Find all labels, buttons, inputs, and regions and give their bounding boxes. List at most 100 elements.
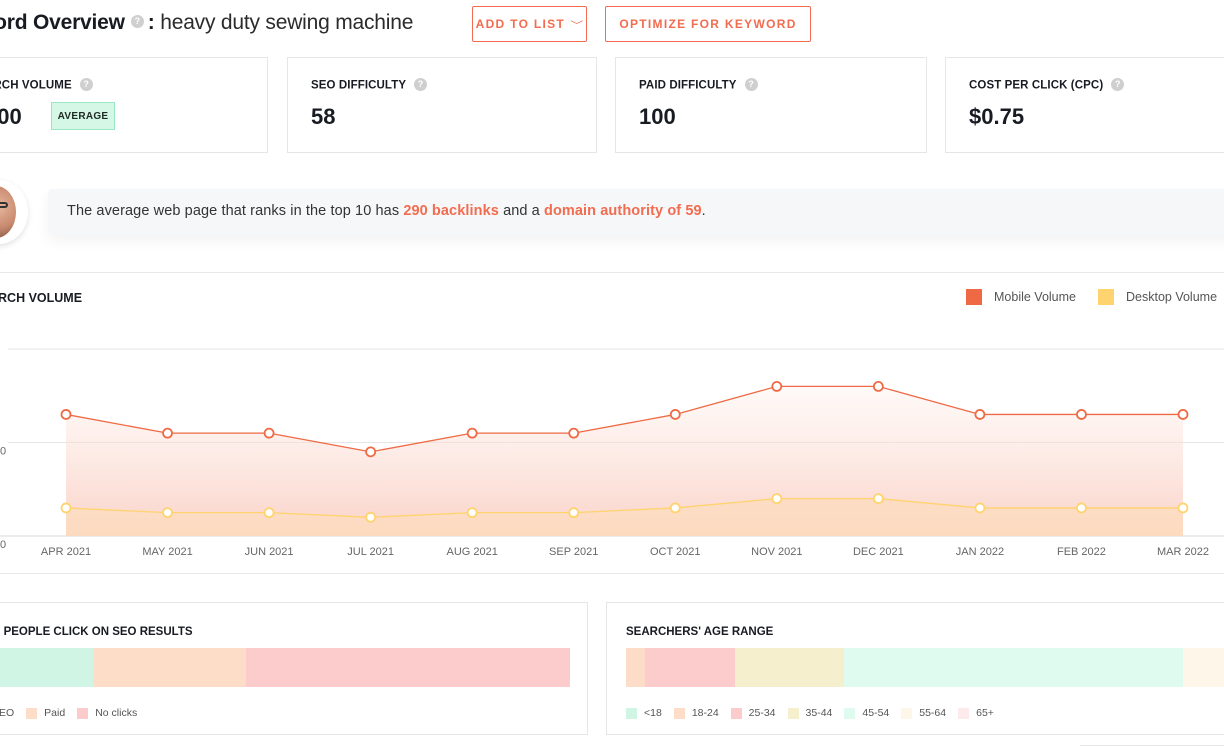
avatar-face: [0, 186, 16, 238]
legend-mobile[interactable]: Mobile Volume: [966, 289, 1076, 305]
x-tick-label: AUG 2021: [446, 546, 497, 558]
legend-desktop[interactable]: Desktop Volume: [1098, 289, 1217, 305]
point-desktop: [1177, 502, 1189, 514]
add-to-list-label: ADD TO LIST: [475, 17, 566, 31]
point-mobile: [162, 427, 173, 439]
point-desktop: [263, 507, 275, 519]
age-legend-label: <18: [644, 707, 662, 719]
age-range-panel: SEARCHERS' AGE RANGE <18 18-24 25-34 35-44 4…: [606, 602, 1224, 735]
legend-desktop-swatch: [1098, 289, 1114, 305]
x-tick-label: JAN 2022: [956, 546, 1004, 558]
point-desktop: [466, 507, 478, 519]
page-title: word Overview?: heavy duty sewing machin…: [0, 11, 413, 35]
x-tick-label: MAR 2022: [1157, 546, 1209, 558]
question-circle-icon[interactable]: ?: [1111, 78, 1125, 91]
optimize-for-keyword-button[interactable]: OPTIMIZE FOR KEYWORD: [605, 6, 811, 42]
seo-difficulty-card: SEO DIFFICULTY? 58: [287, 57, 597, 153]
age-legend-label: 25-34: [748, 707, 776, 719]
age-legend-item: 18-24: [673, 707, 719, 719]
question-circle-icon[interactable]: ?: [130, 14, 144, 28]
seo-difficulty-value: 58: [311, 104, 336, 129]
y-tick-label: 0: [0, 446, 6, 458]
point-mobile: [771, 381, 783, 392]
clicks-segment[interactable]: [92, 648, 247, 687]
search-volume-value: 600: [0, 104, 22, 129]
point-desktop: [974, 502, 986, 514]
clicks-segment[interactable]: [0, 648, 93, 687]
insight-prefix: The average web page that ranks in the t…: [67, 203, 404, 219]
age-segment[interactable]: [626, 648, 646, 687]
age-legend: <18 18-24 25-34 35-44 45-54 55-64 65+: [626, 707, 1006, 719]
paid-difficulty-label: PAID DIFFICULTY?: [639, 78, 762, 92]
cpc-card: COST PER CLICK (CPC)? $0.75: [945, 57, 1224, 153]
age-legend-label: 55-64: [919, 707, 947, 719]
point-mobile: [872, 381, 884, 392]
clicks-panel: 7 PEOPLE CLICK ON SEO RESULTS EO Paid No c…: [0, 602, 588, 735]
clicks-legend-label: EO: [0, 707, 15, 719]
age-legend-swatch: [958, 707, 970, 719]
clicks-legend: EO Paid No clicks: [0, 707, 149, 719]
age-legend-item: 35-44: [787, 707, 832, 719]
add-to-list-button[interactable]: ADD TO LIST ﹀: [472, 6, 587, 42]
x-tick-label: JUN 2021: [245, 546, 294, 558]
avatar-glasses: [0, 202, 8, 208]
age-legend-item: 45-54: [844, 707, 889, 719]
keyword-text: heavy duty sewing machine: [160, 11, 414, 34]
question-circle-icon[interactable]: ?: [414, 78, 428, 91]
search-volume-card: ARCH VOLUME? 600 AVERAGE: [0, 57, 268, 153]
point-mobile: [466, 427, 478, 439]
clicks-legend-label: No clicks: [95, 707, 138, 719]
clicks-legend-swatch: [77, 707, 89, 719]
seo-difficulty-label: SEO DIFFICULTY?: [311, 78, 431, 92]
age-legend-item: 65+: [958, 707, 994, 719]
chart-title: ARCH VOLUME: [0, 291, 83, 305]
age-stacked-bar: [626, 648, 1224, 687]
point-mobile: [1177, 409, 1189, 420]
clicks-legend-item: EO: [0, 707, 14, 719]
age-range-title: SEARCHERS' AGE RANGE: [626, 626, 774, 638]
age-segment[interactable]: [645, 648, 735, 687]
clicks-legend-swatch: [26, 707, 38, 719]
question-circle-icon[interactable]: ?: [744, 78, 758, 91]
point-desktop: [365, 511, 377, 523]
title-separator: :: [147, 11, 155, 34]
age-legend-swatch: [626, 707, 637, 719]
insight-text: The average web page that ranks in the t…: [67, 203, 706, 219]
age-legend-label: 65+: [976, 707, 994, 719]
point-mobile: [263, 427, 275, 439]
page-title-label: word Overview: [0, 11, 125, 34]
age-legend-label: 18-24: [691, 707, 719, 719]
point-desktop: [771, 493, 783, 505]
age-legend-swatch: [787, 707, 799, 719]
page-header: word Overview?: heavy duty sewing machin…: [0, 0, 1224, 50]
question-circle-icon[interactable]: ?: [79, 78, 93, 91]
point-desktop: [669, 502, 681, 514]
insight-suffix: .: [701, 203, 706, 219]
backlinks-highlight: 290 backlinks: [403, 203, 499, 219]
x-tick-label: NOV 2021: [751, 546, 802, 558]
point-desktop: [162, 507, 173, 519]
search-volume-label-text: ARCH VOLUME: [0, 79, 72, 92]
advisor-avatar: [0, 180, 28, 244]
x-tick-label: JUL 2021: [347, 546, 394, 558]
legend-mobile-swatch: [966, 289, 982, 305]
cpc-label: COST PER CLICK (CPC)?: [969, 78, 1128, 92]
age-segment[interactable]: [734, 648, 844, 687]
y-tick-label: 0: [0, 539, 6, 551]
point-mobile: [974, 409, 986, 420]
insight-middle: and a: [498, 203, 544, 219]
divider: [1080, 745, 1224, 746]
age-segment[interactable]: [843, 648, 1183, 687]
cpc-value: $0.75: [969, 104, 1025, 129]
clicks-legend-item: Paid: [26, 707, 65, 719]
point-mobile: [365, 446, 377, 458]
age-legend-label: 45-54: [862, 707, 890, 719]
search-volume-label: ARCH VOLUME?: [0, 78, 97, 92]
clicks-legend-label: Paid: [44, 707, 66, 719]
clicks-segment[interactable]: [246, 648, 570, 687]
point-desktop: [1076, 502, 1087, 514]
domain-authority-highlight: domain authority of 59: [543, 203, 702, 219]
clicks-stacked-bar: [0, 648, 570, 687]
age-segment[interactable]: [1182, 648, 1224, 687]
x-tick-label: OCT 2021: [650, 546, 701, 558]
